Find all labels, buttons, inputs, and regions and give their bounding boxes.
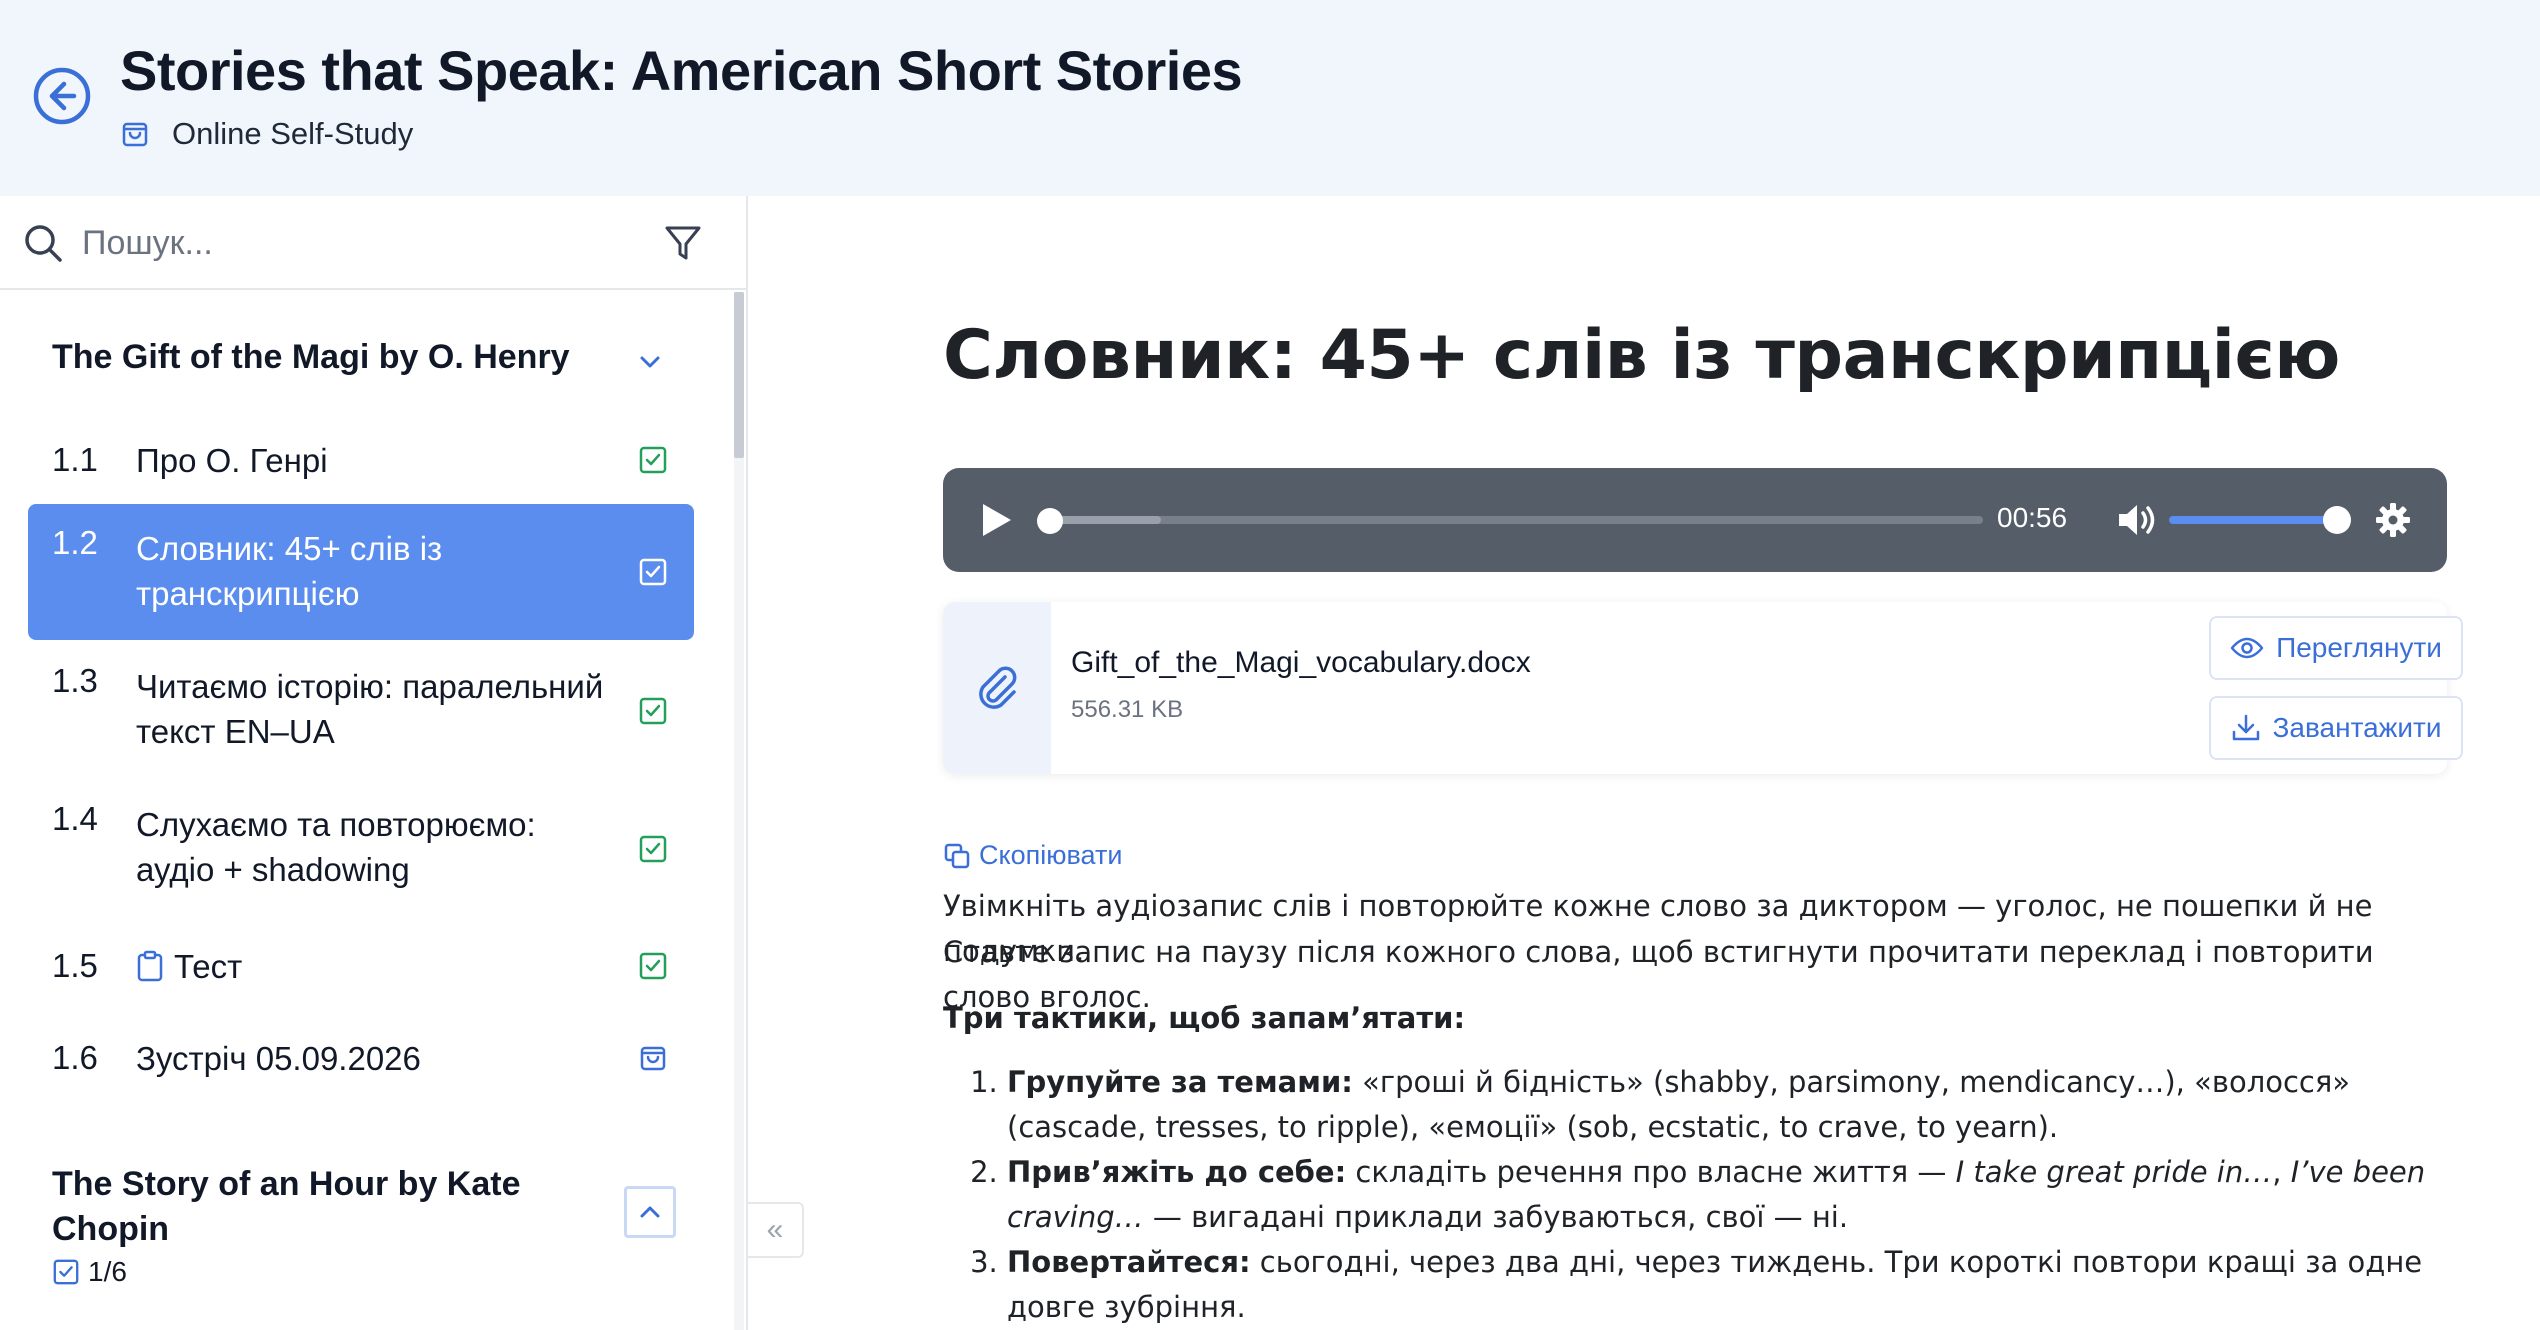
seek-handle[interactable] xyxy=(1037,508,1063,534)
checkbox-checked-icon xyxy=(639,835,667,863)
search-bar xyxy=(0,196,746,290)
download-file-label: Завантажити xyxy=(2272,712,2442,743)
filter-button[interactable] xyxy=(660,218,706,268)
tactic-bold: Повертайтеся: xyxy=(1007,1245,1251,1279)
expand-section-button[interactable] xyxy=(624,1186,676,1238)
lesson-number: 1.2 xyxy=(52,524,98,561)
section-title: The Gift of the Magi by O. Henry xyxy=(52,338,570,376)
lesson-number: 1.5 xyxy=(52,947,98,984)
chevron-down-icon xyxy=(640,356,660,368)
shopping-bag-icon xyxy=(640,1046,666,1071)
attachment-card: Gift_of_the_Magi_vocabulary.docx 556.31 … xyxy=(943,602,2463,774)
scrollbar-thumb[interactable] xyxy=(734,292,744,458)
lesson-label-wrap: Тест xyxy=(136,944,606,989)
tactics-heading: Три тактики, щоб запам’ятати: xyxy=(943,1001,1466,1035)
lesson-label: Про О. Генрі xyxy=(136,441,328,479)
download-icon xyxy=(2232,714,2259,741)
section-progress: 1/6 xyxy=(52,1256,127,1288)
chevron-up-icon xyxy=(640,1206,660,1218)
lesson-label: Словник: 45+ слів із транскрипцією xyxy=(136,530,443,612)
arrow-left-circle-icon xyxy=(33,67,91,125)
copy-button[interactable]: Скопіювати xyxy=(943,840,1122,871)
eye-icon xyxy=(2230,637,2264,659)
paperclip-icon xyxy=(979,666,1017,709)
section-header-story-of-an-hour[interactable]: The Story of an Hour by Kate Chopin xyxy=(52,1162,572,1252)
section-title: The Story of an Hour by Kate Chopin xyxy=(52,1165,521,1248)
gear-icon[interactable] xyxy=(2371,498,2415,542)
tactic-item: Групуйте за темами: «гроші й бідність» (… xyxy=(1007,1060,2443,1150)
tactics-list: Групуйте за темами: «гроші й бідність» (… xyxy=(943,1060,2443,1330)
lesson-item[interactable]: 1.5 Тест xyxy=(28,920,694,1012)
lesson-label: Зустріч 05.09.2026 xyxy=(136,1039,421,1077)
volume-handle[interactable] xyxy=(2323,506,2351,534)
clipboard-icon xyxy=(137,950,163,982)
lesson-label: Слухаємо та повторюємо: аудіо + shadowin… xyxy=(136,806,536,888)
tactic-bold: Прив’яжіть до себе: xyxy=(1007,1155,1347,1189)
checkbox-checked-icon xyxy=(639,446,667,474)
lesson-number: 1.6 xyxy=(52,1039,98,1076)
lesson-content: Словник: 45+ слів із транскрипцією 00:56 xyxy=(750,196,2540,1330)
tactic-text: складіть речення про власне життя — xyxy=(1346,1155,1956,1189)
lesson-number: 1.1 xyxy=(52,441,98,478)
shopping-bag-icon xyxy=(122,122,148,147)
volume-slider[interactable] xyxy=(2169,516,2335,524)
lesson-item[interactable]: 1.4 Слухаємо та повторюємо: аудіо + shad… xyxy=(28,782,694,916)
back-button[interactable] xyxy=(30,64,94,128)
checkbox-checked-icon xyxy=(639,952,667,980)
audio-time: 00:56 xyxy=(1997,502,2068,533)
lesson-item[interactable]: 1.1 Про О. Генрі xyxy=(28,414,694,506)
lessons-sidebar: The Gift of the Magi by O. Henry 1.1 Про… xyxy=(0,196,748,1330)
audio-player: 00:56 xyxy=(943,468,2447,572)
lesson-label: Тест xyxy=(174,947,243,985)
course-type: Online Self-Study xyxy=(120,114,413,154)
filter-icon xyxy=(665,226,701,260)
tactic-text: — вигадані приклади забуваються, свої — … xyxy=(1143,1200,1849,1234)
checkbox-checked-icon xyxy=(639,558,667,586)
lesson-item[interactable]: 1.3 Читаємо історію: паралельний текст E… xyxy=(28,644,694,778)
search-icon xyxy=(25,225,62,262)
lesson-number: 1.3 xyxy=(52,662,98,699)
lesson-label: Читаємо історію: паралельний текст EN–UA xyxy=(136,668,604,750)
view-file-label: Переглянути xyxy=(2276,632,2442,663)
section-header-gift-of-the-magi[interactable]: The Gift of the Magi by O. Henry xyxy=(52,338,570,377)
tactic-item: Повертайтеся: сьогодні, через два дні, ч… xyxy=(1007,1240,2443,1330)
lesson-item[interactable]: 1.6 Зустріч 05.09.2026 xyxy=(28,1012,694,1104)
volume-icon[interactable] xyxy=(2115,500,2159,540)
search-input[interactable] xyxy=(82,218,642,268)
checkbox-checked-icon xyxy=(53,1259,79,1285)
attachment-icon-box xyxy=(943,602,1051,774)
play-icon[interactable] xyxy=(973,498,1017,542)
seek-bar[interactable] xyxy=(1041,516,1983,524)
tactic-item: Прив’яжіть до себе: складіть речення про… xyxy=(1007,1150,2443,1240)
attachment-file-name: Gift_of_the_Magi_vocabulary.docx xyxy=(1071,646,1531,679)
section-progress-text: 1/6 xyxy=(88,1256,127,1287)
collapse-section-button[interactable] xyxy=(624,336,676,388)
course-type-label: Online Self-Study xyxy=(172,116,414,151)
lesson-number: 1.4 xyxy=(52,800,98,837)
checkbox-checked-icon xyxy=(639,697,667,725)
lesson-item-active[interactable]: 1.2 Словник: 45+ слів із транскрипцією xyxy=(28,504,694,640)
copy-label: Скопіювати xyxy=(979,840,1123,870)
course-title: Stories that Speak: American Short Stori… xyxy=(120,39,1243,102)
view-file-button[interactable]: Переглянути xyxy=(2209,616,2463,680)
lesson-title: Словник: 45+ слів із транскрипцією xyxy=(943,316,2340,395)
tactic-bold: Групуйте за темами: xyxy=(1007,1065,1353,1099)
tactic-text: , xyxy=(2272,1155,2291,1189)
download-file-button[interactable]: Завантажити xyxy=(2209,696,2463,760)
copy-icon xyxy=(944,843,970,868)
tactic-example: I take great pride in… xyxy=(1955,1155,2273,1189)
attachment-file-size: 556.31 KB xyxy=(1071,696,1184,723)
course-header: Stories that Speak: American Short Stori… xyxy=(0,0,2540,196)
